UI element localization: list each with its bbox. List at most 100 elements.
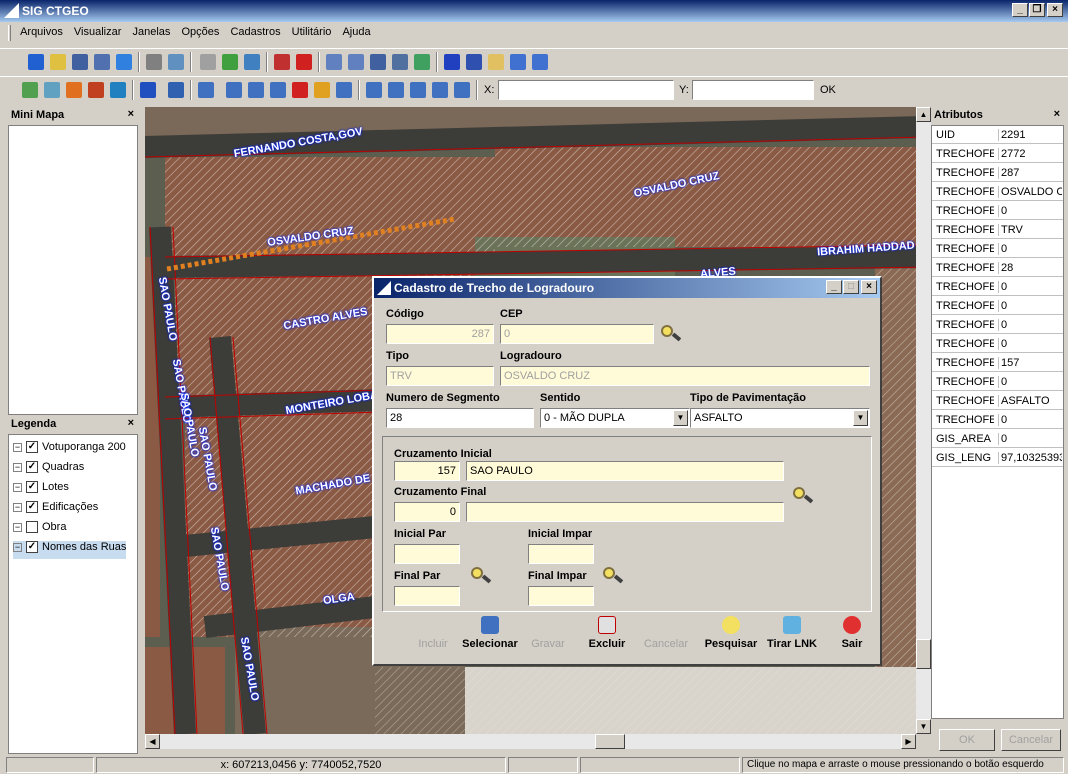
x-input[interactable] bbox=[498, 80, 674, 100]
building-icon[interactable] bbox=[66, 82, 82, 98]
fin-par-field[interactable] bbox=[394, 586, 460, 606]
scroll-down-icon[interactable]: ▼ bbox=[916, 719, 931, 734]
open-icon[interactable] bbox=[50, 54, 66, 70]
cep-field[interactable]: 0 bbox=[500, 324, 654, 344]
tag-icon[interactable] bbox=[314, 82, 330, 98]
attributes-close-icon[interactable]: × bbox=[1054, 108, 1060, 120]
ini-par-field[interactable] bbox=[394, 544, 460, 564]
menu-opcoes[interactable]: Opções bbox=[177, 22, 223, 38]
pav-select[interactable]: ASFALTO ▼ bbox=[690, 408, 870, 428]
cancelar-button[interactable]: Cancelar bbox=[638, 616, 694, 650]
sair-button[interactable]: Sair bbox=[836, 616, 868, 650]
fin-impar-field[interactable] bbox=[528, 586, 594, 606]
map-hscrollbar[interactable]: ◀ ▶ bbox=[145, 734, 916, 749]
home-icon[interactable] bbox=[88, 82, 104, 98]
gravar-button[interactable]: Gravar bbox=[526, 616, 570, 650]
expand-icon[interactable]: − bbox=[13, 462, 22, 472]
cruzamento-search-icon[interactable] bbox=[790, 484, 816, 508]
layer-checkbox[interactable]: ✓ bbox=[26, 481, 38, 494]
stop-icon[interactable] bbox=[292, 82, 308, 98]
select-icon[interactable] bbox=[140, 82, 156, 98]
menu-cadastros[interactable]: Cadastros bbox=[226, 22, 284, 38]
layer-icon[interactable] bbox=[200, 54, 216, 70]
map-icon[interactable] bbox=[22, 82, 38, 98]
split-icon[interactable] bbox=[270, 82, 286, 98]
minimap-close-icon[interactable]: × bbox=[128, 108, 134, 120]
pesquisar-button[interactable]: Pesquisar bbox=[700, 616, 762, 650]
close-button[interactable]: × bbox=[1047, 3, 1063, 17]
ini-impar-field[interactable] bbox=[528, 544, 594, 564]
dialog-minimize-button[interactable]: _ bbox=[826, 280, 842, 294]
print-preview-icon[interactable] bbox=[168, 54, 184, 70]
cut-icon[interactable] bbox=[432, 82, 448, 98]
legend-close-icon[interactable]: × bbox=[128, 417, 134, 429]
panel-icon[interactable] bbox=[532, 54, 548, 70]
save-as-icon[interactable] bbox=[94, 54, 110, 70]
expand-icon[interactable]: − bbox=[13, 502, 22, 512]
grid-icon[interactable] bbox=[410, 82, 426, 98]
zoom-back-icon[interactable] bbox=[370, 54, 386, 70]
map-vscrollbar[interactable]: ▲ ▼ bbox=[916, 107, 931, 734]
undo-icon[interactable] bbox=[336, 82, 352, 98]
ok-coord-button[interactable]: OK bbox=[820, 84, 836, 96]
move-icon[interactable] bbox=[248, 82, 264, 98]
numseg-field[interactable]: 28 bbox=[386, 408, 534, 428]
tipo-field[interactable]: TRV bbox=[386, 366, 494, 386]
scroll-left-icon[interactable]: ◀ bbox=[145, 734, 160, 749]
layer-checkbox[interactable]: ✓ bbox=[26, 541, 38, 554]
find-icon[interactable] bbox=[466, 54, 482, 70]
menu-janelas[interactable]: Janelas bbox=[128, 22, 174, 38]
refresh-icon[interactable] bbox=[414, 54, 430, 70]
excluir-button[interactable]: Excluir bbox=[584, 616, 630, 650]
layer-checkbox[interactable] bbox=[26, 521, 38, 534]
hscroll-thumb[interactable] bbox=[595, 734, 625, 749]
expand-icon[interactable]: − bbox=[13, 442, 22, 452]
window-icon[interactable] bbox=[510, 54, 526, 70]
attr-cancel-button[interactable]: Cancelar bbox=[1001, 729, 1061, 751]
new-icon[interactable] bbox=[28, 54, 44, 70]
incluir-button[interactable]: Incluir bbox=[408, 616, 458, 650]
dialog-close-button[interactable]: × bbox=[861, 280, 877, 294]
cruz-fin-nome[interactable] bbox=[466, 502, 784, 522]
layer-checkbox[interactable]: ✓ bbox=[26, 461, 38, 474]
info-icon[interactable] bbox=[444, 54, 460, 70]
globe-icon[interactable] bbox=[110, 82, 126, 98]
scroll-up-icon[interactable]: ▲ bbox=[916, 107, 931, 122]
zoom-out-icon[interactable] bbox=[348, 54, 364, 70]
scroll-right-icon[interactable]: ▶ bbox=[901, 734, 916, 749]
fin-par-search-icon[interactable] bbox=[468, 564, 494, 588]
layer-tool-icon[interactable] bbox=[44, 82, 60, 98]
menu-arquivos[interactable]: Arquivos bbox=[16, 22, 67, 38]
menu-utilitario[interactable]: Utilitário bbox=[288, 22, 336, 38]
expand-icon[interactable]: − bbox=[13, 482, 22, 492]
minimap-view[interactable] bbox=[8, 125, 138, 415]
pick-icon[interactable] bbox=[454, 82, 470, 98]
legend-item[interactable]: − ✓ Edificações bbox=[13, 501, 98, 519]
legend-item[interactable]: − ✓ Lotes bbox=[13, 481, 69, 499]
polyline-icon[interactable] bbox=[198, 82, 214, 98]
legend-item[interactable]: − Obra bbox=[13, 521, 66, 539]
cep-search-icon[interactable] bbox=[658, 322, 684, 346]
zoom-extent-icon[interactable] bbox=[392, 54, 408, 70]
delete-icon[interactable] bbox=[296, 54, 312, 70]
codigo-field[interactable]: 287 bbox=[386, 324, 494, 344]
measure-icon[interactable] bbox=[488, 54, 504, 70]
dialog-maximize-button[interactable]: □ bbox=[843, 280, 859, 294]
legend-item[interactable]: − ✓ Votuporanga 200 bbox=[13, 441, 126, 459]
selecionar-button[interactable]: Selecionar bbox=[458, 616, 522, 650]
menu-visualizar[interactable]: Visualizar bbox=[70, 22, 126, 38]
attr-ok-button[interactable]: OK bbox=[939, 729, 995, 751]
snap-icon[interactable] bbox=[388, 82, 404, 98]
menu-ajuda[interactable]: Ajuda bbox=[338, 22, 374, 38]
edit-line-icon[interactable] bbox=[366, 82, 382, 98]
layer-add-icon[interactable] bbox=[222, 54, 238, 70]
export-icon[interactable] bbox=[116, 54, 132, 70]
cruz-ini-num[interactable]: 157 bbox=[394, 461, 460, 481]
fin-impar-search-icon[interactable] bbox=[600, 564, 626, 588]
legend-item[interactable]: − ✓ Quadras bbox=[13, 461, 84, 479]
select-node-icon[interactable] bbox=[168, 82, 184, 98]
print-icon[interactable] bbox=[146, 54, 162, 70]
minimize-button[interactable]: _ bbox=[1012, 3, 1028, 17]
layer-checkbox[interactable]: ✓ bbox=[26, 441, 38, 454]
cruz-ini-nome[interactable]: SAO PAULO bbox=[466, 461, 784, 481]
